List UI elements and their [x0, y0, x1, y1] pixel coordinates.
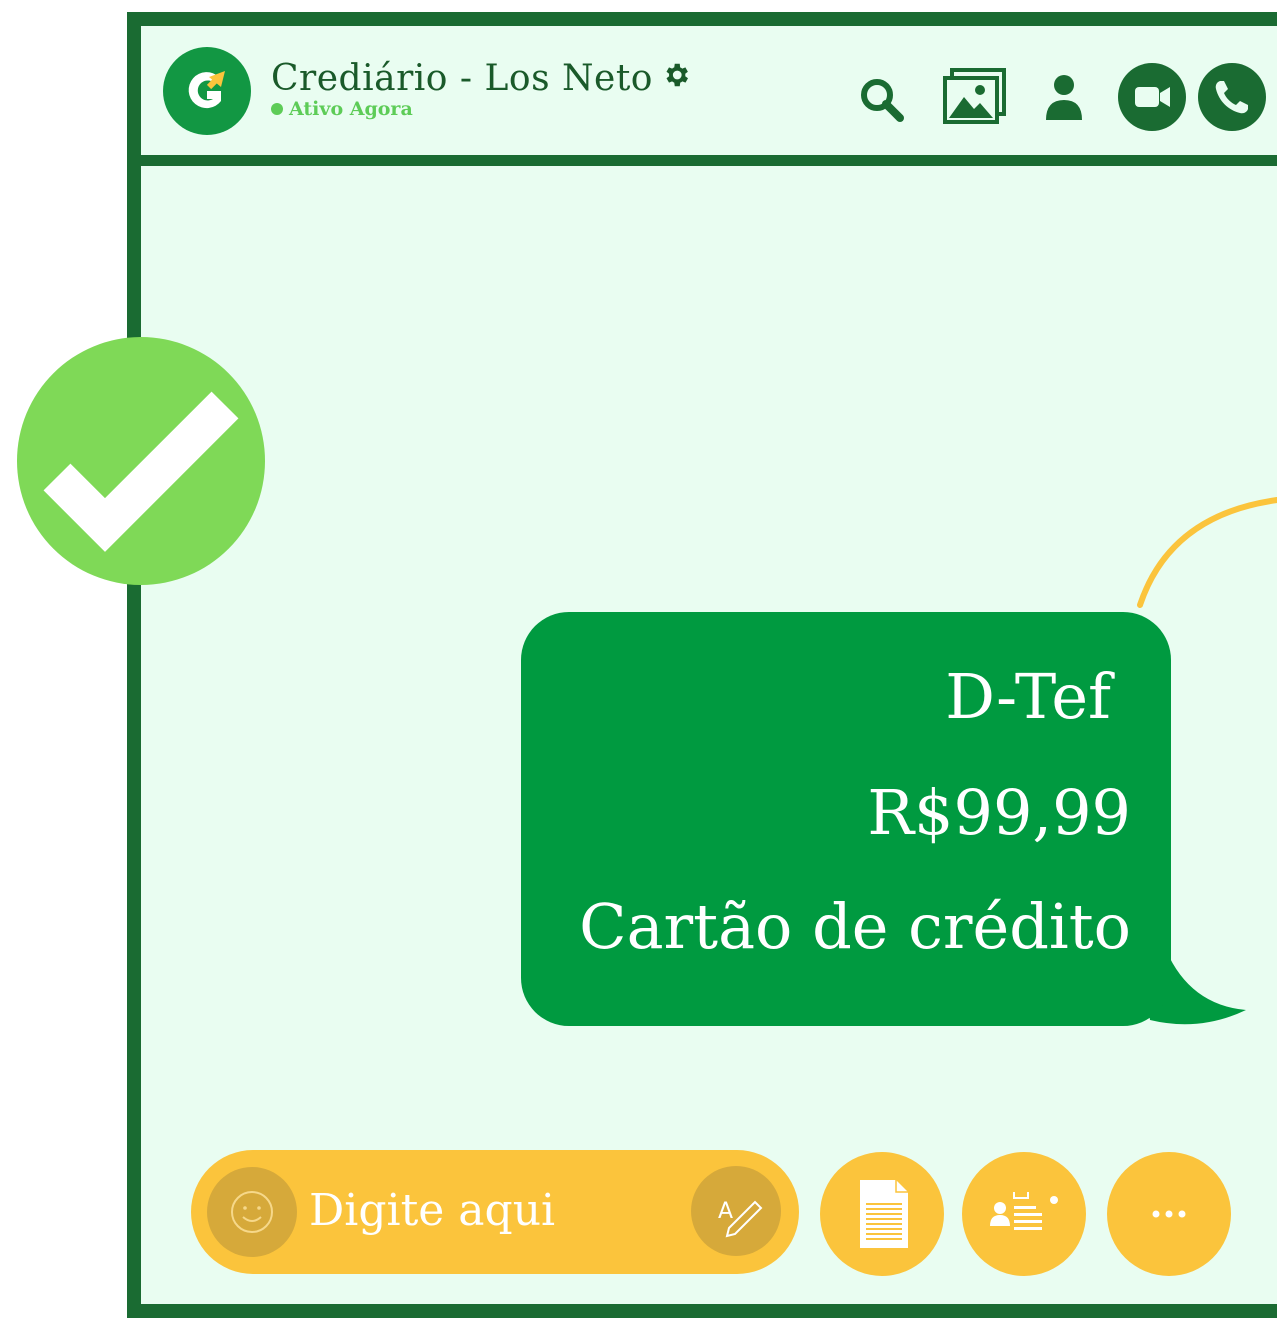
contact-card-button[interactable]	[962, 1152, 1086, 1276]
more-icon	[1152, 1210, 1186, 1218]
phone-icon[interactable]	[1198, 63, 1266, 135]
page-title: Crediário - Los Neto	[271, 58, 653, 99]
gear-icon[interactable]	[661, 56, 691, 102]
decorative-arc	[1137, 497, 1277, 608]
online-dot	[271, 103, 283, 115]
svg-text:A: A	[718, 1199, 733, 1224]
document-icon	[860, 1180, 908, 1248]
message-line-product: D-Tef	[945, 660, 1111, 733]
video-call-icon[interactable]	[1118, 63, 1186, 135]
message-line-amount: R$99,99	[867, 776, 1131, 849]
emoji-button[interactable]	[207, 1167, 297, 1257]
message-bubble: D-Tef R$99,99 Cartão de crédito	[521, 612, 1171, 1026]
check-icon	[43, 391, 239, 552]
document-button[interactable]	[820, 1152, 944, 1276]
contact-card-icon	[990, 1192, 1058, 1230]
more-options-button[interactable]	[1107, 1152, 1231, 1276]
check-badge	[17, 337, 265, 585]
message-input[interactable]: Digite aqui	[309, 1185, 555, 1236]
smiley-icon	[231, 1191, 273, 1233]
search-icon[interactable]	[858, 76, 906, 128]
spellcheck-icon: A	[718, 1199, 763, 1238]
app-logo[interactable]	[163, 47, 251, 135]
header-divider	[141, 155, 1277, 166]
app-logo-icon	[188, 71, 225, 109]
gallery-icon[interactable]	[942, 67, 1008, 129]
user-icon[interactable]	[1044, 74, 1084, 126]
message-input-bar[interactable]: Digite aqui A	[191, 1150, 799, 1274]
status-text: Ativo Agora	[289, 98, 413, 120]
spellcheck-button[interactable]: A	[691, 1166, 781, 1256]
message-line-method: Cartão de crédito	[579, 890, 1131, 963]
